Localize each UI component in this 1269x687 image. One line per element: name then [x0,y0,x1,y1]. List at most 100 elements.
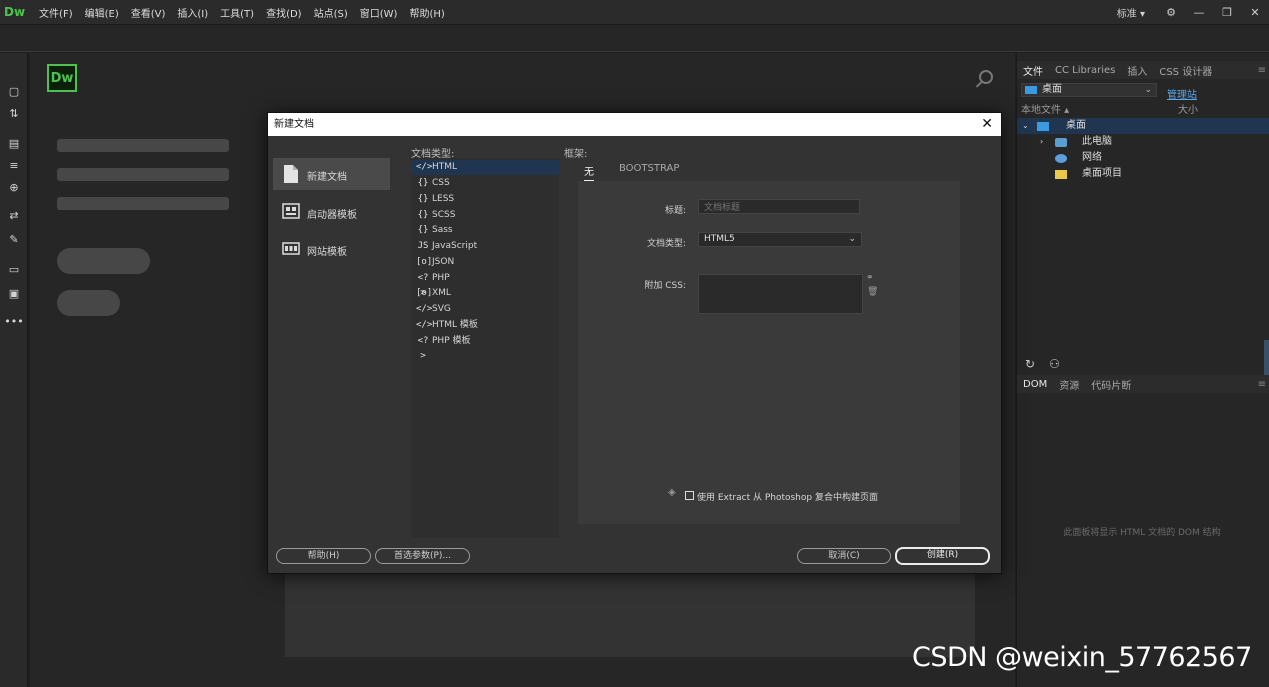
tab-snippets[interactable]: 代码片断 [1085,377,1137,392]
close-icon[interactable]: ✕ [981,113,993,136]
menu-insert[interactable]: 插入(I) [171,5,214,20]
doc-type-javascript[interactable]: JS JavaScript [411,239,559,254]
placeholder-line [57,139,229,152]
doctype-select[interactable]: HTML5 ⌄ [698,232,862,247]
column-size[interactable]: 大小 [1178,101,1198,116]
tab-framework-bootstrap[interactable]: BOOTSTRAP [619,163,679,174]
doc-types-list: </> HTML {} CSS {} LESS {} SCSS {} Sass JS Jav… [411,158,559,538]
doc-type-label: Sass [432,225,453,235]
doc-type-json[interactable]: [o] JSON [411,255,559,270]
xml-icon: [o] [416,288,433,298]
file-management-icon[interactable]: ⇅ [0,107,28,120]
category-site-templates[interactable]: 网站模板 [273,233,390,265]
attached-css-list[interactable] [698,274,863,314]
trash-icon[interactable]: 🗑 [867,287,878,297]
menu-file[interactable]: 文件(F) [33,5,79,20]
workspace-switcher[interactable]: 标准 ▾ [1105,5,1157,20]
doc-type-css[interactable]: {} CSS [411,176,559,191]
doc-type-sass[interactable]: {} Sass [411,223,559,238]
panel-menu-icon[interactable]: ≡ [1258,379,1266,390]
connect-icon[interactable]: ⚇ [1049,357,1060,371]
javascript-icon: JS [417,241,429,251]
tab-framework-none[interactable]: 无 [584,163,594,181]
doc-type-svg[interactable]: </> SVG [411,302,559,317]
menu-find[interactable]: 查找(D) [260,5,308,20]
cancel-button[interactable]: 取消(C) [797,548,891,564]
placeholder-button [57,248,150,274]
tab-files[interactable]: 文件 [1017,63,1049,78]
tab-insert[interactable]: 插入 [1121,63,1153,78]
doc-type-php[interactable]: <?> PHP [411,271,559,298]
sync-settings-icon[interactable]: ⚙ [1157,6,1185,19]
menu-site[interactable]: 站点(S) [308,5,354,20]
workspace-label: 标准 [1116,8,1137,20]
inspect-icon[interactable]: ▣ [0,287,28,300]
doc-type-html-template[interactable]: </> HTML 模板 [411,318,559,333]
close-window-icon[interactable]: ✕ [1241,6,1269,19]
menu-window[interactable]: 窗口(W) [354,5,404,20]
collapse-chevron-icon[interactable]: › [1040,134,1043,150]
create-button[interactable]: 创建(R) [895,547,990,565]
doc-type-label: HTML 模板 [432,320,478,330]
doc-type-label: SCSS [432,210,456,220]
chevron-down-icon: ⌄ [1144,85,1152,95]
doc-type-html[interactable]: </> HTML [411,160,559,175]
category-new-document[interactable]: 新建文档 [273,158,390,190]
expand-icon[interactable]: ⇄ [0,209,28,222]
link-icon[interactable]: ⚭ [866,273,874,283]
dreamweaver-logo: Dw [47,64,77,92]
site-template-icon [282,242,300,255]
refresh-icon[interactable]: ↻ [1025,357,1035,371]
brush-icon[interactable]: ✎ [0,233,28,246]
panel-menu-icon[interactable]: ≡ [1258,65,1266,76]
braces-icon: {} [417,178,429,188]
search-icon[interactable] [979,70,993,84]
tab-css-designer[interactable]: CSS 设计器 [1153,63,1218,78]
doc-type-label: PHP 模板 [432,336,471,346]
braces-icon: {} [417,210,429,220]
preferences-button[interactable]: 首选参数(P)... [375,548,470,564]
doc-type-scss[interactable]: {} SCSS [411,208,559,223]
title-input[interactable] [698,199,860,214]
more-tools-icon[interactable]: ••• [0,315,28,328]
tree-item-desktop[interactable]: ⌄ 桌面 [1017,118,1269,134]
format-source-icon[interactable]: ≡ [0,159,28,172]
menu-help[interactable]: 帮助(H) [403,5,450,20]
tab-assets[interactable]: 资源 [1053,377,1085,392]
placeholder-line [57,168,229,181]
category-starter-templates[interactable]: 启动器模板 [273,196,390,228]
column-local-files[interactable]: 本地文件 ▴ [1021,105,1069,116]
code-icon: </> [416,304,433,314]
site-select[interactable]: 桌面 ⌄ [1021,83,1157,97]
new-document-dialog: 新建文档 ✕ 新建文档 启动器模板 网站模板 文档类型: </> HTML {} C… [267,112,1002,574]
target-icon[interactable]: ⊕ [0,181,28,194]
doc-type-label: JavaScript [432,241,478,251]
expand-chevron-icon[interactable]: ⌄ [1022,118,1029,134]
file-list-header: 本地文件 ▴ 大小 [1021,101,1266,116]
restore-icon[interactable]: ❐ [1213,6,1241,19]
menu-view[interactable]: 查看(V) [125,5,172,20]
comment-icon[interactable]: ▭ [0,263,28,276]
watermark: CSDN @weixin_57762567 [912,642,1252,673]
tab-cc-libraries[interactable]: CC Libraries [1049,65,1121,76]
open-document-icon[interactable]: ▢ [0,85,28,98]
doc-type-xml[interactable]: [o] XML [411,286,559,301]
manage-sites-link[interactable]: 管理站 [1167,86,1197,101]
doc-type-php-template[interactable]: <?> PHP 模板 [411,334,559,361]
framework-heading: 框架: [564,149,588,160]
tree-item-desktop-items[interactable]: 桌面项目 [1017,166,1269,182]
minimize-icon[interactable]: — [1185,6,1213,19]
tab-dom[interactable]: DOM [1017,379,1053,390]
help-button[interactable]: 帮助(H) [276,548,371,564]
code-view-icon[interactable]: ▤ [0,137,28,150]
tree-item-this-pc[interactable]: › 此电脑 [1017,134,1269,150]
category-label: 启动器模板 [307,210,357,221]
tree-item-network[interactable]: 网络 [1017,150,1269,166]
doc-type-less[interactable]: {} LESS [411,192,559,207]
menu-tools[interactable]: 工具(T) [214,5,260,20]
left-toolbar: ▢ ⇅ ▤ ≡ ⊕ ⇄ ✎ ▭ ▣ ••• [0,53,28,687]
extract-checkbox[interactable] [685,491,694,500]
window-controls: 标准 ▾ ⚙ — ❐ ✕ [1105,0,1269,24]
tree-item-label: 此电脑 [1082,136,1112,147]
menu-edit[interactable]: 编辑(E) [79,5,125,20]
